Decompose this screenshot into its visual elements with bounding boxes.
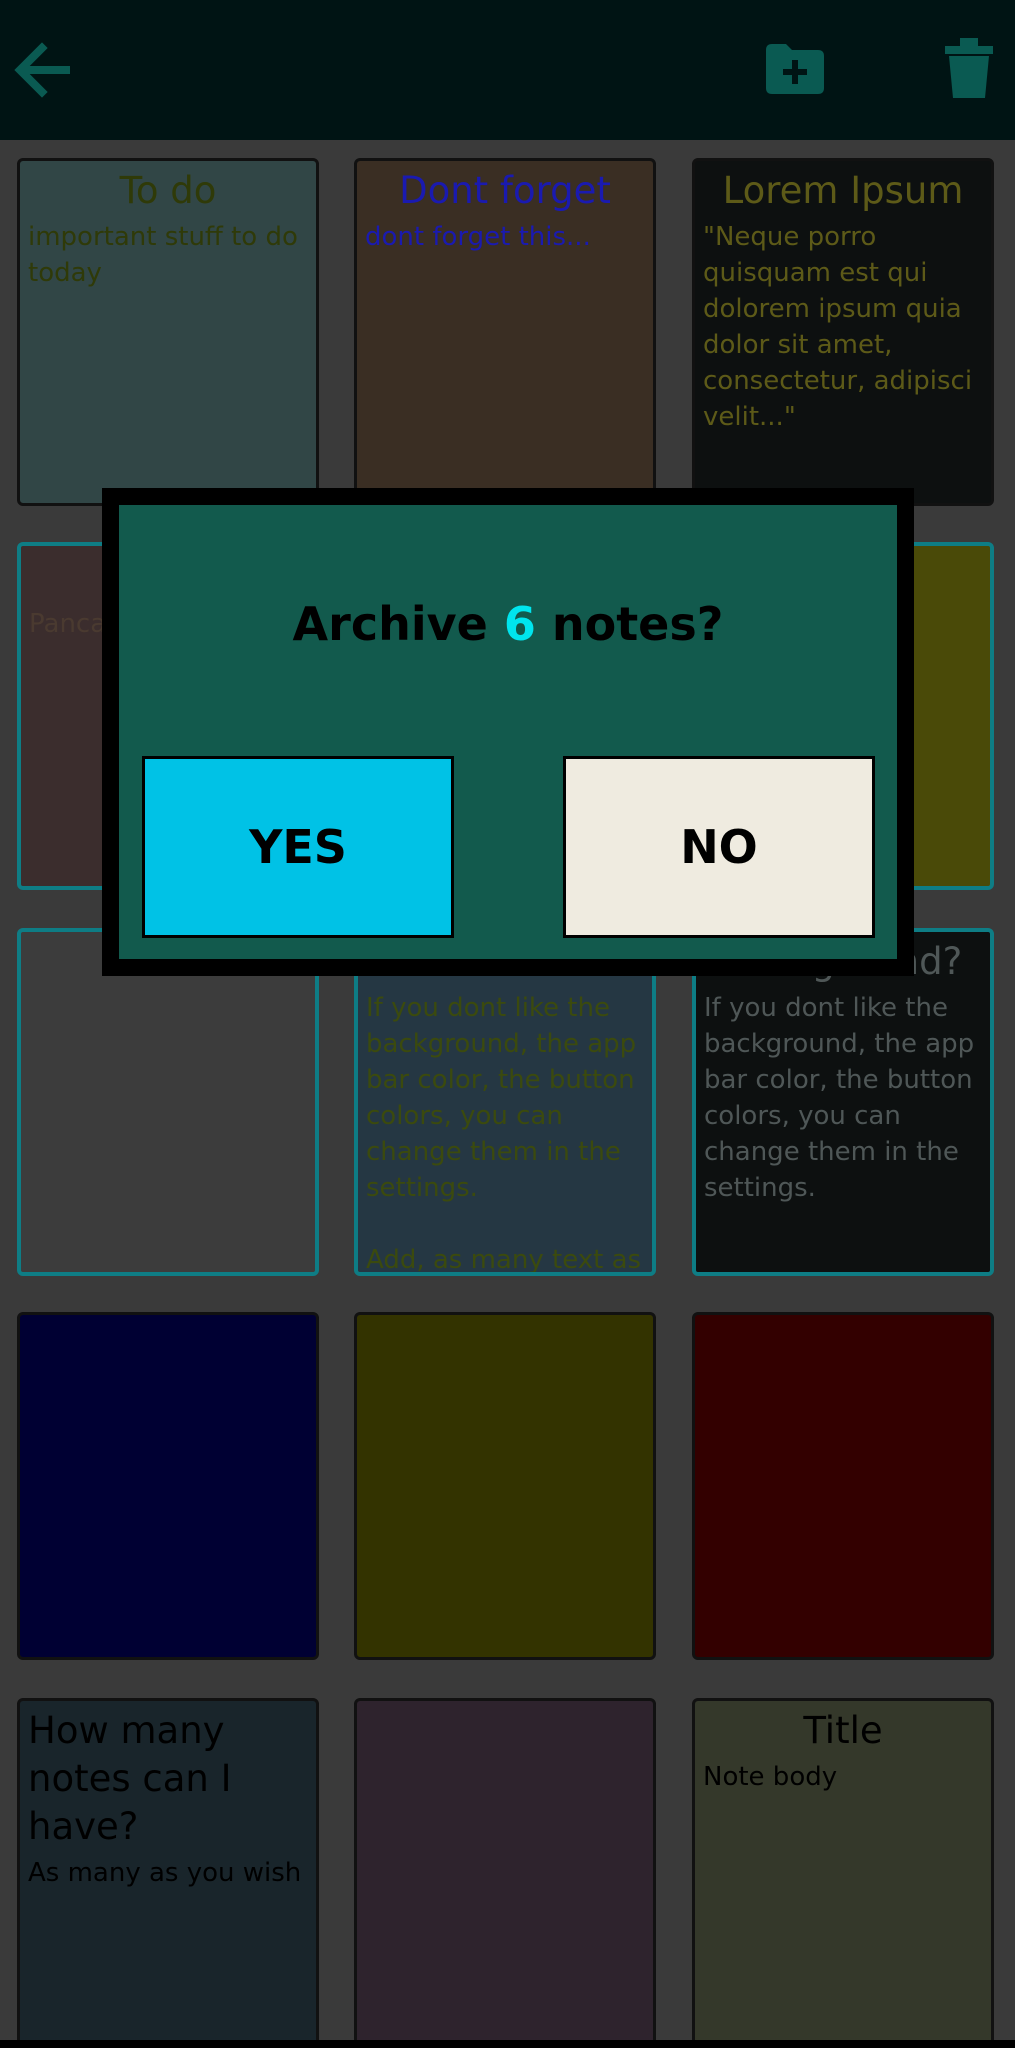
trash-icon[interactable] (943, 36, 995, 100)
folder-plus-icon[interactable] (764, 40, 826, 96)
note-card[interactable]: Lorem Ipsum "Neque porro quisquam est qui… (692, 158, 994, 506)
note-body: important stuff to do today (28, 222, 307, 288)
note-body: dont forget this... (365, 222, 591, 252)
yes-button[interactable]: YES (142, 756, 454, 938)
dialog-title-suffix: notes? (535, 597, 724, 651)
note-title: To do (119, 169, 217, 212)
dialog-title: Archive 6 notes? (119, 597, 897, 651)
note-card[interactable]: How many notes can I have? As many as you… (17, 1698, 319, 2046)
notes-grid: To do important stuff to do today Dont for… (0, 140, 1015, 2048)
note-card[interactable] (354, 1698, 656, 2046)
note-title: How many notes can I have? (28, 1709, 232, 1848)
note-card[interactable]: To do important stuff to do today (17, 158, 319, 506)
note-body: If you dont like the background, the app… (704, 993, 983, 1203)
note-card[interactable] (354, 1312, 656, 1660)
archive-dialog: Archive 6 notes? YES NO (102, 488, 914, 976)
note-body: Note body (703, 1762, 838, 1792)
archive-count: 6 (503, 597, 536, 651)
note-card[interactable] (692, 1312, 994, 1660)
note-card[interactable] (17, 928, 319, 1276)
note-card[interactable]: Dont forget dont forget this... (354, 158, 656, 506)
no-button[interactable]: NO (563, 756, 875, 938)
bottom-edge (0, 2040, 1015, 2048)
note-body: "Neque porro quisquam est qui dolorem ip… (703, 222, 981, 432)
arrow-left-icon[interactable] (14, 42, 74, 98)
note-card[interactable]: background?If you dont like the backgrou… (692, 928, 994, 1276)
note-card[interactable] (17, 1312, 319, 1660)
note-title: Lorem Ipsum (722, 169, 964, 212)
note-card[interactable]: customizableIf you dont like the backgro… (354, 928, 656, 1276)
note-body: As many as you wish (28, 1858, 302, 1888)
note-title: Dont forget (399, 169, 611, 212)
dialog-title-prefix: Archive (292, 597, 504, 651)
note-title: Title (803, 1709, 883, 1752)
app-bar (0, 0, 1015, 140)
note-body: If you dont like the background, the app… (366, 993, 642, 1275)
note-card[interactable]: Title Note body (692, 1698, 994, 2046)
